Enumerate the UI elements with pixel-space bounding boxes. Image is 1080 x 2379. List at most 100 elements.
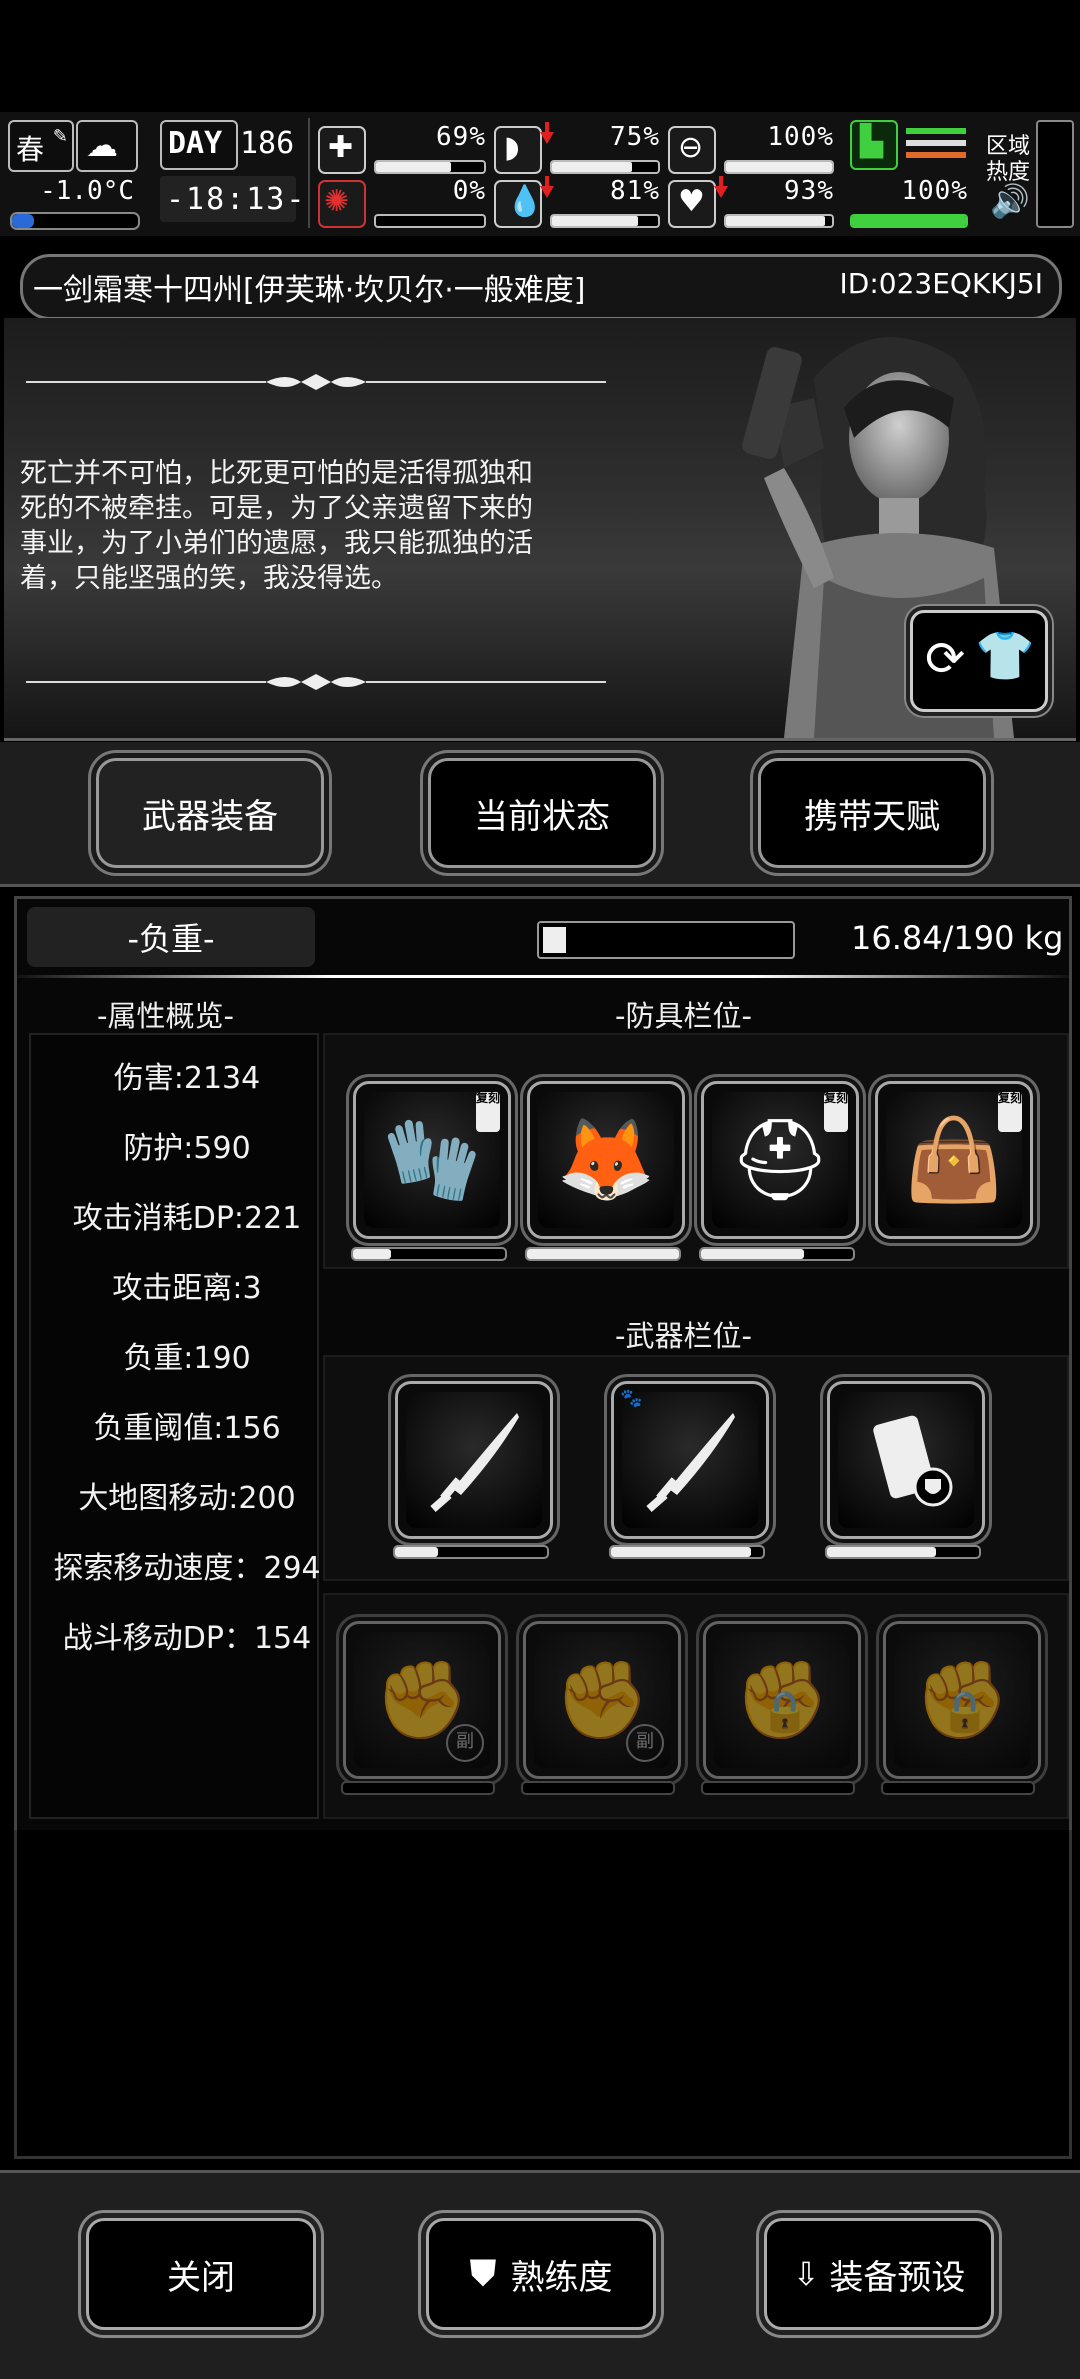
stamina-value: 100%: [901, 176, 968, 206]
zone-heat-meter: [1036, 120, 1074, 228]
stamina-stat[interactable]: 100%: [850, 176, 968, 230]
thirst-stat[interactable]: 💧 81%: [494, 176, 660, 230]
armor-slot-hooded-suit[interactable]: 🦊: [527, 1081, 685, 1239]
brain-icon: ✺: [318, 180, 366, 228]
paw-icon: 🐾: [620, 1388, 643, 1409]
character-name: 一剑霜寒十四州[伊芙琳·坎贝尔·一般难度]: [33, 273, 586, 308]
durability-bar: [393, 1545, 549, 1559]
sub-badge: 副: [446, 1724, 484, 1762]
mood-value: 93%: [784, 176, 834, 206]
story-line: 事业，为了小弟们的遗愿，我只能孤独的活: [20, 528, 533, 559]
attr-defense: 防护:590: [123, 1131, 251, 1166]
clock: -18:13-: [160, 176, 304, 222]
lock-icon: 🔒: [760, 1689, 810, 1735]
tab-weapons-equipment[interactable]: 武器装备: [96, 758, 324, 868]
durability-bar: [351, 1247, 507, 1261]
attr-map-movement: 大地图移动:200: [78, 1481, 296, 1516]
sub-slot-2[interactable]: ✊ 副: [523, 1621, 681, 1779]
weapon-slots-header: -武器栏位-: [615, 1319, 752, 1353]
attr-combat-move-dp: 战斗移动DP：154: [62, 1621, 312, 1656]
armor-slot-gloves[interactable]: 🧤 复刻: [353, 1081, 511, 1239]
story-line: 着，只能坚强的笑，我没得选。: [20, 563, 398, 594]
armor-stat[interactable]: ⊖ 100%: [668, 122, 834, 176]
weather-box[interactable]: ☁: [76, 120, 138, 172]
sub-slot-3-locked[interactable]: ✊ 🔒: [703, 1621, 861, 1779]
weapon-slot-3[interactable]: [827, 1381, 985, 1539]
attr-damage: 伤害:2134: [113, 1061, 261, 1096]
durability-bar: [825, 1545, 981, 1559]
empty-area: [14, 1830, 1072, 2159]
weapon-slot-2[interactable]: 🐾: [611, 1381, 769, 1539]
equipment-preset-button[interactable]: ⇩ 装备预设: [764, 2218, 994, 2330]
down-arrow-icon: [540, 122, 554, 144]
change-outfit-button[interactable]: ⟳ 👕: [910, 610, 1048, 712]
shirt-icon: 👕: [975, 628, 1035, 684]
story-text: 死亡并不可怕，比死更可怕的是活得孤独和 死的不被牵挂。可是，为了父亲遗留下来的 …: [20, 456, 620, 596]
armor-slots-header: -防具栏位-: [615, 999, 752, 1033]
ornament-divider: [26, 374, 606, 390]
durability-bar: [881, 1781, 1035, 1795]
durability-bar: [699, 1247, 855, 1261]
hunger-value: 75%: [610, 122, 660, 152]
close-button-label: 关闭: [167, 2257, 235, 2298]
tab-carried-talents[interactable]: 携带天赋: [758, 758, 986, 868]
katana-icon: [430, 1413, 519, 1513]
sub-slot-1[interactable]: ✊ 副: [343, 1621, 501, 1779]
proficiency-icon: ⛊: [469, 2253, 497, 2294]
water-drop-icon: 💧: [494, 180, 543, 228]
down-arrow-icon: [714, 176, 728, 198]
speaker-icon[interactable]: 🔊: [990, 182, 1030, 220]
armor-slot-bag[interactable]: 👜 复刻: [875, 1081, 1033, 1239]
refresh-icon: ⟳: [925, 631, 966, 687]
story-banner: 死亡并不可怕，比死更可怕的是活得孤独和 死的不被牵挂。可是，为了父亲遗留下来的 …: [4, 318, 1076, 741]
status-bar: 春 ✎ ☁ -1.0°C DAY 186 -18:13- ✚ 69% ✺ 0% …: [0, 112, 1080, 236]
attributes-header: -属性概览-: [97, 999, 234, 1033]
load-bar: [537, 921, 795, 959]
load-label: -负重-: [27, 907, 315, 967]
infection-value: 0%: [452, 176, 486, 206]
health-value: 69%: [436, 122, 486, 152]
lock-icon: 🔒: [940, 1689, 990, 1735]
shield-pack-icon: [873, 1415, 953, 1507]
copy-badge: 复刻: [824, 1092, 848, 1132]
attr-explore-speed: 探索移动速度：294: [53, 1551, 321, 1586]
equipment-panel: -负重- 16.84/190 kg -属性概览- 伤害:2134 防护:590 …: [14, 896, 1072, 1836]
stomach-icon: ◗: [494, 126, 542, 174]
mood-stat[interactable]: ♥ 93%: [668, 176, 834, 230]
day-box: DAY: [160, 120, 238, 170]
load-value: 16.84/190 kg: [851, 919, 1064, 957]
down-arrow-icon: [540, 176, 554, 198]
character-title-bar: 一剑霜寒十四州[伊芙琳·坎贝尔·一般难度] ID:023EQKKJ5I: [20, 254, 1062, 320]
attr-attack-dp-cost: 攻击消耗DP:221: [72, 1201, 302, 1236]
proficiency-button[interactable]: ⛊ 熟练度: [426, 2218, 656, 2330]
medkit-icon: ✚: [318, 126, 366, 174]
hooded-suit-icon: 🦊: [556, 1113, 656, 1206]
armor-value: 100%: [767, 122, 834, 152]
boot-icon: ▙: [850, 120, 898, 170]
day-label: DAY: [168, 126, 223, 161]
katana-icon: [646, 1413, 735, 1513]
tab-current-status[interactable]: 当前状态: [428, 758, 656, 868]
copy-badge: 复刻: [476, 1092, 500, 1132]
health-stat[interactable]: ✚ 69%: [318, 122, 486, 176]
durability-bar: [701, 1781, 855, 1795]
sub-slot-4-locked[interactable]: ✊ 🔒: [883, 1621, 1041, 1779]
day-counter: 186: [240, 126, 295, 161]
feather-icon: ✎: [52, 126, 68, 147]
stamina-indicator: ▙: [850, 120, 968, 170]
hunger-stat[interactable]: ◗ 75%: [494, 122, 660, 176]
gloves-icon: 🧤: [382, 1113, 482, 1206]
cloud-icon: ☁: [86, 126, 118, 164]
season-box: 春 ✎: [8, 120, 74, 172]
clock-time: -18:13-: [166, 182, 307, 217]
ornament-divider: [26, 674, 606, 690]
weapon-slot-1[interactable]: [395, 1381, 553, 1539]
armor-slot-helmet[interactable]: ⛑ 复刻: [701, 1081, 859, 1239]
proficiency-button-label: 熟练度: [510, 2257, 613, 2298]
infection-stat[interactable]: ✺ 0%: [318, 176, 486, 230]
player-id: ID:023EQKKJ5I: [839, 267, 1043, 300]
durability-bar: [609, 1545, 765, 1559]
attr-attack-range: 攻击距离:3: [112, 1271, 262, 1306]
attr-load-threshold: 负重阈值:156: [93, 1411, 281, 1446]
close-button[interactable]: 关闭: [86, 2218, 316, 2330]
